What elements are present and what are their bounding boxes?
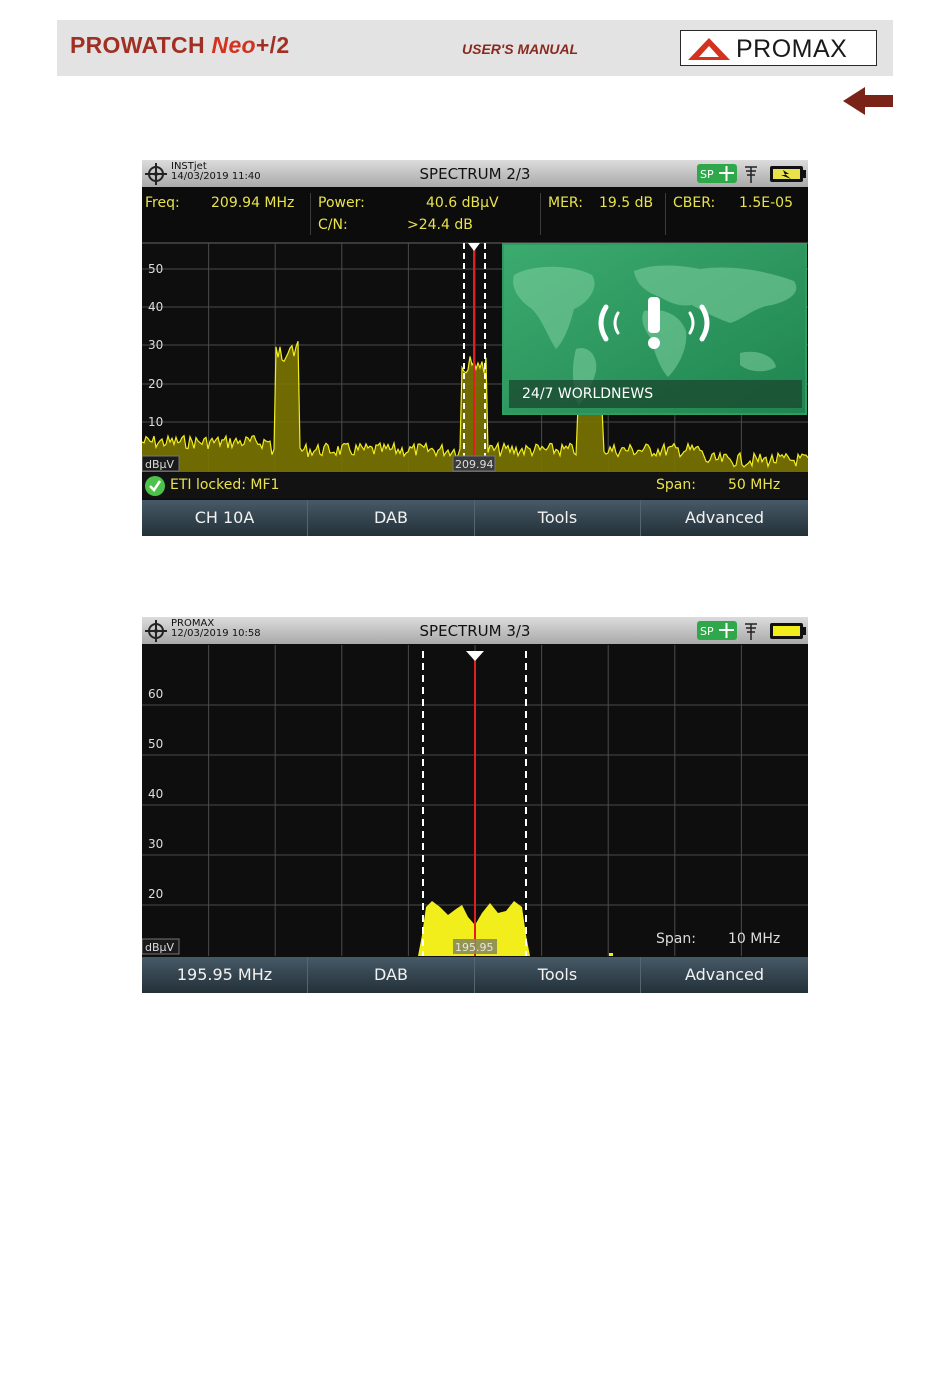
antenna-icon <box>745 166 757 183</box>
y-tick-label: 40 <box>148 300 163 314</box>
y-tick-label: 30 <box>148 837 163 851</box>
softkey-tools[interactable]: Tools <box>475 500 641 536</box>
softkey-bar: CH 10A DAB Tools Advanced <box>142 500 808 536</box>
unit-label: dBµV <box>145 458 175 471</box>
spectrum-screen-2: PROMAX 12/03/2019 10:58 SPECTRUM 3/3 SP 6… <box>142 617 808 993</box>
spectrum-plot-2[interactable]: 60 50 40 30 20 195.95 dBµV Span: 10 MHz <box>142 645 808 956</box>
no-signal-warning-icon <box>598 297 710 349</box>
freq-value: 209.94 MHz <box>211 195 295 211</box>
mer-label: MER: <box>548 195 583 211</box>
y-tick-label: 40 <box>148 787 163 801</box>
softkey-tools[interactable]: Tools <box>475 957 641 993</box>
page-header: PROWATCH Neo+/2 USER'S MANUAL PROMAX <box>57 20 893 76</box>
marker-freq-label: 209.94 <box>455 458 494 471</box>
y-tick-label: 50 <box>148 737 163 751</box>
softkey-frequency[interactable]: 195.95 MHz <box>142 957 308 993</box>
softkey-bar: 195.95 MHz DAB Tools Advanced <box>142 957 808 993</box>
status-icons: SP <box>697 621 806 640</box>
cber-value: 1.5E-05 <box>739 195 793 211</box>
y-tick-label: 50 <box>148 262 163 276</box>
marker-triangle-icon <box>468 243 480 251</box>
antenna-icon <box>745 623 757 640</box>
product-suffix: +/2 <box>255 32 290 58</box>
eti-status: ETI locked: MF1 <box>170 477 280 493</box>
softkey-dab[interactable]: DAB <box>308 500 475 536</box>
softkey-dab[interactable]: DAB <box>308 957 475 993</box>
check-icon <box>145 476 165 496</box>
span-value: 50 MHz <box>728 477 781 493</box>
product-neo: Neo <box>211 32 256 58</box>
battery-charging-icon <box>770 166 806 182</box>
product-title: PROWATCH Neo+/2 <box>70 32 289 59</box>
spectrum-screen-1: INSTjet 14/03/2019 11:40 SPECTRUM 2/3 SP … <box>142 160 808 536</box>
y-tick-label: 10 <box>148 415 163 429</box>
manual-title: USER'S MANUAL <box>462 41 579 57</box>
service-preview: 24/7 WORLDNEWS <box>502 243 807 415</box>
measurement-panel: Freq: 209.94 MHz Power: 40.6 dBµV C/N: >… <box>142 187 808 244</box>
logo-text: PROMAX <box>736 35 848 63</box>
svg-text:SP: SP <box>700 168 714 181</box>
promax-triangle-icon <box>688 38 730 60</box>
trace-blip <box>609 953 613 956</box>
divider <box>665 193 666 235</box>
y-tick-label: 30 <box>148 338 163 352</box>
svg-text:SP: SP <box>700 625 714 638</box>
screen-top-bar: INSTjet 14/03/2019 11:40 SPECTRUM 2/3 SP <box>142 160 808 187</box>
service-caption: 24/7 WORLDNEWS <box>509 380 802 408</box>
power-label: Power: <box>318 195 365 211</box>
cber-label: CBER: <box>673 195 716 211</box>
softkey-channel[interactable]: CH 10A <box>142 500 308 536</box>
span-label: Span: <box>656 931 696 947</box>
span-value: 10 MHz <box>728 931 780 947</box>
span-label: Span: <box>656 477 696 493</box>
cn-value: >24.4 dB <box>407 217 473 233</box>
mer-value: 19.5 dB <box>599 195 654 211</box>
softkey-advanced[interactable]: Advanced <box>641 500 808 536</box>
promax-logo: PROMAX <box>680 30 877 66</box>
product-name: PROWATCH <box>70 32 212 58</box>
freq-label: Freq: <box>145 195 180 211</box>
service-name: 24/7 WORLDNEWS <box>522 386 654 402</box>
marker-freq-label: 195.95 <box>455 941 494 954</box>
back-arrow-icon[interactable] <box>843 86 895 120</box>
status-bar: ETI locked: MF1 Span: 50 MHz <box>142 473 808 498</box>
divider <box>540 193 541 235</box>
battery-icon <box>770 623 806 639</box>
unit-label: dBµV <box>145 941 175 954</box>
softkey-advanced[interactable]: Advanced <box>641 957 808 993</box>
marker-triangle-icon <box>466 651 484 661</box>
divider <box>310 193 311 235</box>
y-tick-label: 60 <box>148 687 163 701</box>
screen-top-bar: PROMAX 12/03/2019 10:58 SPECTRUM 3/3 SP <box>142 617 808 644</box>
status-icons: SP <box>697 164 806 183</box>
cn-label: C/N: <box>318 217 348 233</box>
y-tick-label: 20 <box>148 377 163 391</box>
y-tick-label: 20 <box>148 887 163 901</box>
power-value: 40.6 dBµV <box>426 195 499 211</box>
